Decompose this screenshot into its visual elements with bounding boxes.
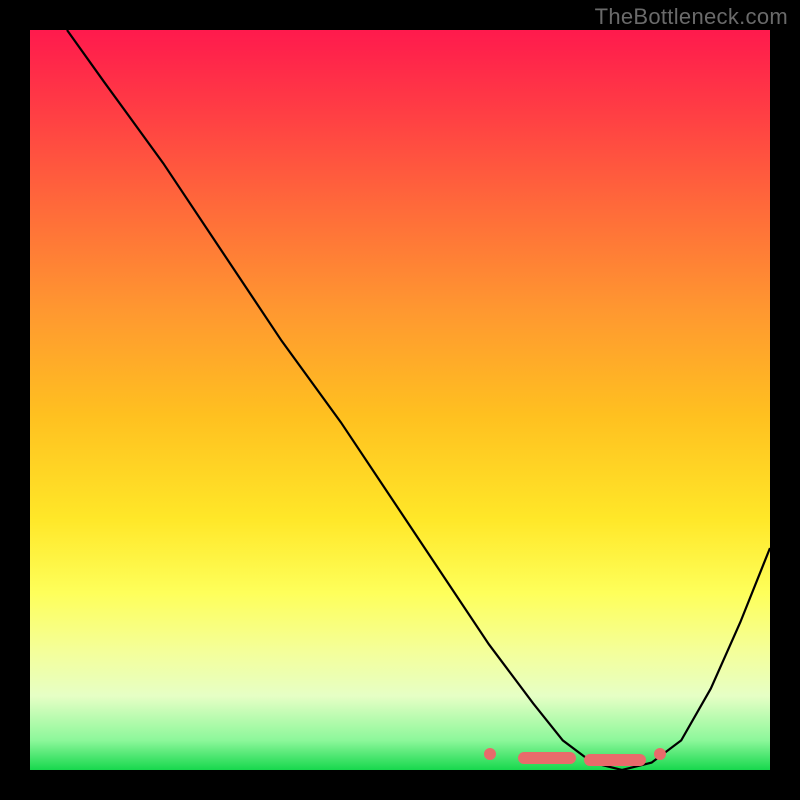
optimal-marker-dot [654, 748, 666, 760]
optimal-marker-segment [584, 754, 646, 766]
optimal-marker-segment [518, 752, 576, 764]
bottleneck-curve [30, 30, 770, 770]
watermark-text: TheBottleneck.com [595, 4, 788, 30]
plot-area [30, 30, 770, 770]
curve-path [67, 30, 770, 770]
chart-frame: TheBottleneck.com [0, 0, 800, 800]
optimal-marker-dot [484, 748, 496, 760]
